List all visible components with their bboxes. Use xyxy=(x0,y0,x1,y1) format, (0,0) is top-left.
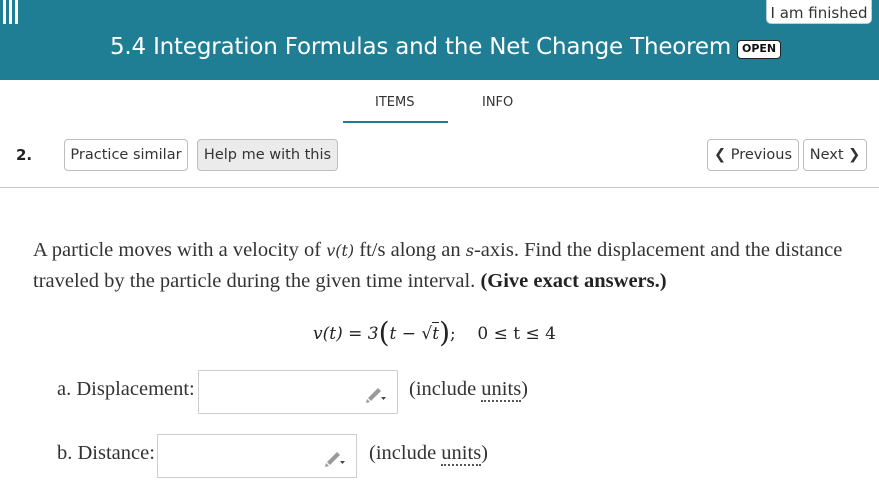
displacement-units-note: (include units) xyxy=(409,378,528,402)
next-button[interactable]: Next ❯ xyxy=(803,139,867,171)
practice-similar-button[interactable]: Practice similar xyxy=(64,139,188,171)
displacement-input[interactable] xyxy=(198,370,398,414)
next-label: Next xyxy=(809,147,844,163)
chevron-left-icon: ❮ xyxy=(713,147,727,163)
pencil-icon[interactable] xyxy=(324,447,346,467)
nav-divider xyxy=(0,187,879,188)
assignment-header: I am finished 5.4 Integration Formulas a… xyxy=(0,0,879,80)
distance-input[interactable] xyxy=(157,434,357,478)
units-help-link[interactable]: units xyxy=(481,378,522,402)
tab-info[interactable]: INFO xyxy=(482,95,513,110)
chevron-right-icon: ❯ xyxy=(848,147,861,163)
problem-statement: A particle moves with a velocity of v(t)… xyxy=(33,239,843,292)
velocity-symbol: v(t) xyxy=(326,241,355,260)
previous-button[interactable]: ❮ Previous xyxy=(707,139,799,171)
help-me-with-this-button[interactable]: Help me with this xyxy=(197,139,338,171)
tab-items[interactable]: ITEMS xyxy=(375,95,414,110)
pencil-icon[interactable] xyxy=(365,383,387,403)
hamburger-menu-icon[interactable] xyxy=(0,0,22,26)
displacement-label: a. Displacement: xyxy=(57,378,195,400)
previous-label: Previous xyxy=(730,147,793,163)
axis-symbol: s xyxy=(465,241,474,260)
assignment-title: 5.4 Integration Formulas and the Net Cha… xyxy=(110,34,732,60)
status-badge: OPEN xyxy=(737,40,782,59)
velocity-equation: v(t) = 3(t − √t); 0 ≤ t ≤ 4 xyxy=(313,316,556,349)
exact-answer-note: (Give exact answers.) xyxy=(480,270,667,292)
distance-label: b. Distance: xyxy=(57,442,155,464)
question-number: 2. xyxy=(16,146,33,164)
distance-units-note: (include units) xyxy=(369,442,488,466)
units-help-link[interactable]: units xyxy=(441,442,482,466)
active-tab-indicator xyxy=(343,121,448,123)
i-am-finished-button[interactable]: I am finished xyxy=(766,0,872,24)
